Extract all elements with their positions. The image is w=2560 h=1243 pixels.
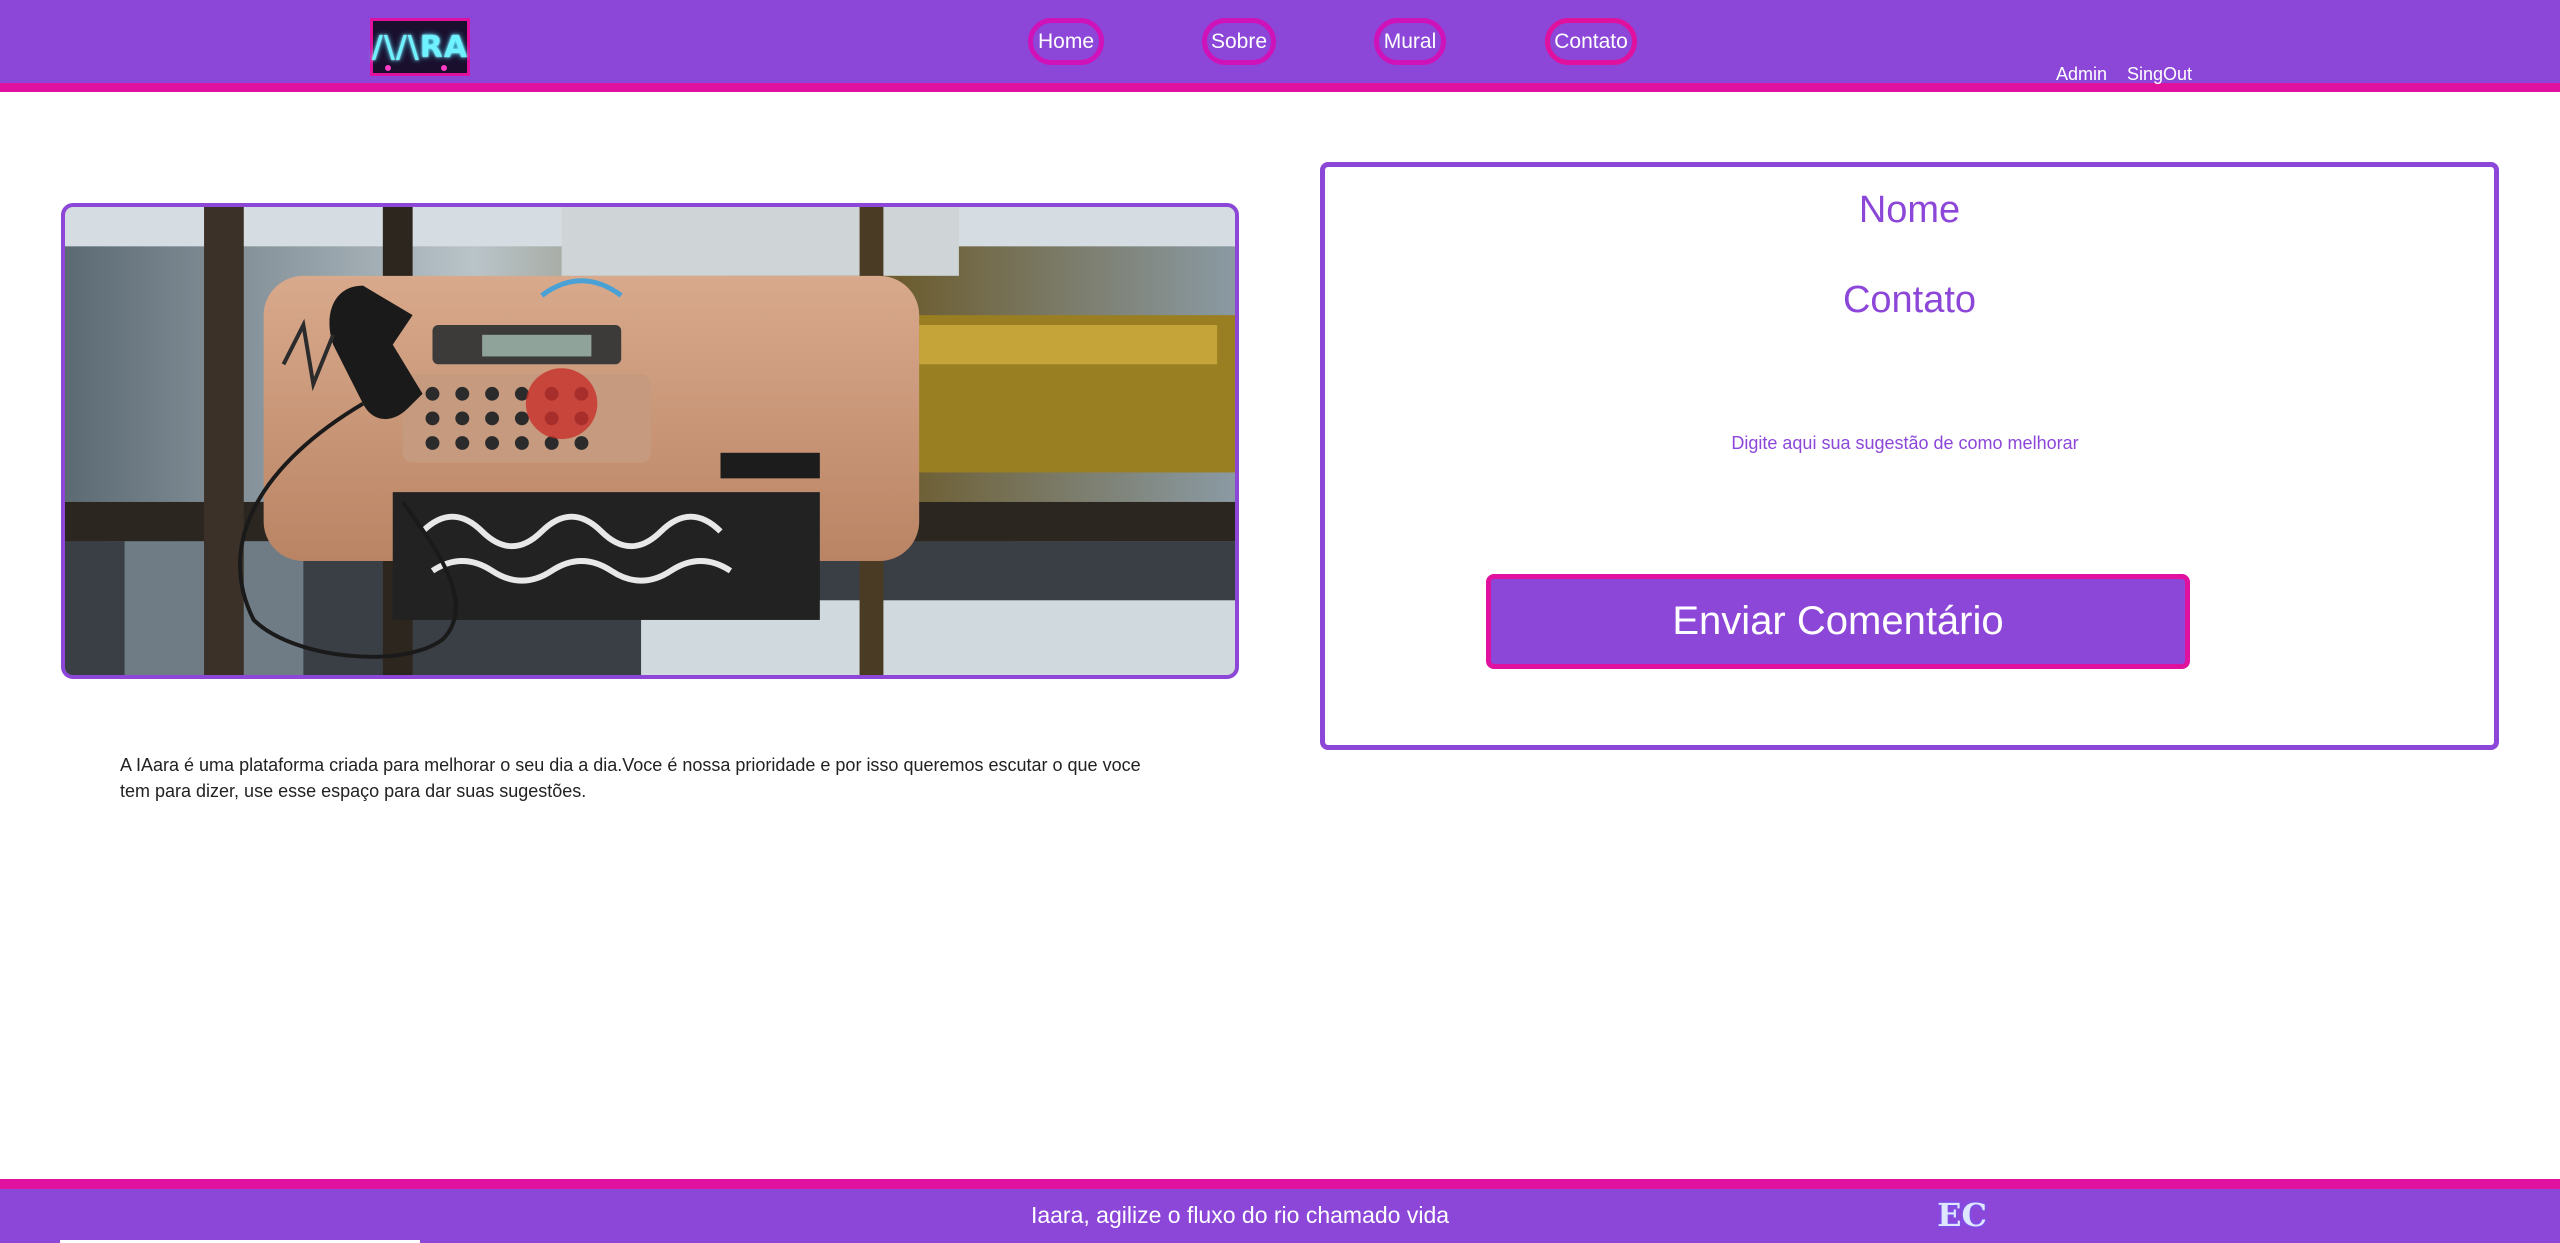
- admin-link[interactable]: Admin: [2056, 64, 2107, 85]
- payphone-illustration: [65, 207, 1235, 675]
- page: /\/\RA Home Sobre Mural Contato Admin Si…: [0, 0, 2560, 1243]
- payphone-photo: [61, 203, 1239, 679]
- nav-mural-button[interactable]: Mural: [1374, 18, 1446, 65]
- nav-sobre-button[interactable]: Sobre: [1202, 18, 1276, 65]
- comment-form: Nome Contato Enviar Comentário: [1320, 162, 2499, 750]
- nome-field[interactable]: Nome: [1325, 189, 2494, 232]
- nav-home-button[interactable]: Home: [1028, 18, 1104, 65]
- signout-link[interactable]: SingOut: [2127, 64, 2192, 85]
- footer-tagline: Iaara, agilize o fluxo do rio chamado vi…: [1030, 1202, 1450, 1228]
- logo-dot: [441, 65, 447, 71]
- header-bar: /\/\RA Home Sobre Mural Contato Admin Si…: [0, 0, 2560, 92]
- logo-text: /\/\RA: [371, 29, 469, 65]
- footer-bar: Iaara, agilize o fluxo do rio chamado vi…: [0, 1179, 2560, 1243]
- about-paragraph: A IAara é uma plataforma criada para mel…: [120, 755, 1141, 801]
- logo-dot: [385, 65, 391, 71]
- site-logo[interactable]: /\/\RA: [370, 18, 470, 76]
- footer-logo: EC: [1937, 1196, 1987, 1234]
- send-comment-button[interactable]: Enviar Comentário: [1486, 574, 2190, 669]
- suggestion-input[interactable]: [1525, 425, 2285, 461]
- nav-contato-button[interactable]: Contato: [1545, 18, 1637, 65]
- contato-field[interactable]: Contato: [1325, 279, 2494, 322]
